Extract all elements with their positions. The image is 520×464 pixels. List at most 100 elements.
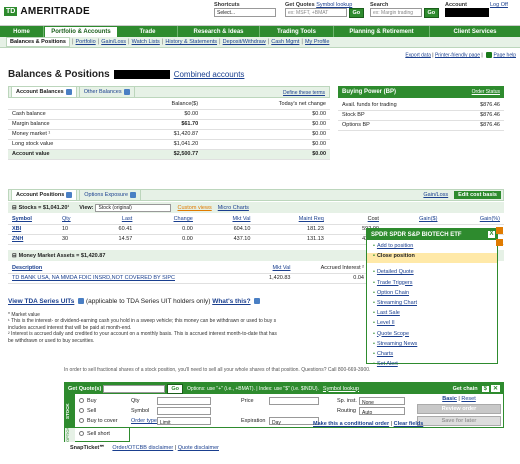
quote-input[interactable]: ex: MSFT, +BMAT — [285, 8, 347, 17]
refresh-icon[interactable] — [66, 192, 73, 198]
account-field: Account — [445, 2, 489, 19]
menu-item[interactable]: • Trade Triggers — [373, 280, 497, 290]
subnav-balances-positions[interactable]: Balances & Positions — [6, 37, 70, 47]
col-balance: Balance($) — [122, 99, 203, 110]
tab-option[interactable]: OPTION — [65, 427, 75, 442]
menu-item[interactable]: • Set Alert — [373, 361, 497, 371]
refresh-icon[interactable] — [130, 192, 136, 198]
subnav-deposit-withdraw[interactable]: Deposit/Withdraw — [223, 39, 266, 45]
menu-item[interactable]: • Add to position — [373, 243, 497, 253]
shortcuts-select[interactable]: Select... — [214, 8, 276, 17]
order-type-select[interactable]: Limit — [157, 416, 211, 426]
tab-account-positions[interactable]: Account Positions — [11, 189, 78, 200]
define-terms-link[interactable]: Define these terms — [283, 90, 325, 96]
expiration-select[interactable]: Day — [269, 416, 319, 426]
export-data-link[interactable]: Export data — [405, 52, 431, 58]
subnav-cash-mgmt[interactable]: Cash Mgmt — [271, 39, 299, 45]
close-icon[interactable]: ✕ — [490, 385, 500, 392]
symbol-link[interactable]: ZNH — [8, 234, 58, 245]
order-status-link[interactable]: Order Status — [472, 89, 500, 95]
tab-account-balances[interactable]: Account Balances — [11, 86, 77, 97]
menu-item[interactable]: • Last Sale — [373, 310, 497, 320]
get-quote-go-button[interactable]: Go — [167, 383, 183, 394]
symbol-lookup-link[interactable]: Symbol lookup — [323, 386, 359, 392]
trade-icon[interactable] — [496, 227, 503, 234]
collapse-icon[interactable]: ⊟ — [12, 253, 17, 259]
table-row: Cash balance $0.00 $0.00 — [8, 109, 330, 120]
micro-charts-link[interactable]: Micro Charts — [218, 205, 249, 211]
tda-uit-link[interactable]: View TDA Series UITs — [8, 298, 74, 305]
mm-name-link[interactable]: TD BANK USA, NA MMDA FDIC INSRD,NOT COVE… — [8, 273, 253, 284]
close-icon[interactable]: X — [488, 231, 495, 238]
conditional-order-link[interactable]: Make this a conditional order — [313, 421, 389, 427]
nav-trade[interactable]: Trade — [118, 26, 178, 37]
quote-disclaimer-link[interactable]: Quote disclaimer — [178, 445, 219, 451]
table-row: Options BP $876.46 — [338, 120, 504, 131]
redacted-account — [113, 69, 170, 79]
account-select[interactable] — [445, 8, 489, 17]
custom-views-link[interactable]: Custom views — [177, 205, 211, 211]
radio-sell-short[interactable]: OPTION Sell short — [64, 427, 130, 442]
whats-this-link[interactable]: What's this? — [212, 298, 250, 305]
collapse-icon[interactable]: ⊟ — [12, 205, 17, 211]
trade-icon[interactable] — [496, 239, 503, 246]
menu-item[interactable]: • Streaming Chart — [373, 300, 497, 310]
snap-ticket-footer: SnapTicket℠ Order/OTCBB disclaimer | Quo… — [70, 445, 219, 451]
menu-item[interactable]: • Close position — [367, 253, 497, 264]
tab-other-balances[interactable]: Other Balances — [78, 86, 135, 97]
get-quote-input[interactable] — [103, 384, 166, 393]
nav-planning-retirement[interactable]: Planning & Retirement — [334, 26, 430, 37]
combined-accounts-link[interactable]: Combined accounts — [174, 70, 245, 79]
menu-item[interactable]: • Level II — [373, 320, 497, 330]
subnav-gain-loss[interactable]: Gain/Loss — [101, 39, 126, 45]
refresh-icon[interactable] — [65, 89, 72, 95]
menu-item[interactable]: • Option Chain — [373, 290, 497, 300]
nav-trading-tools[interactable]: Trading Tools — [260, 26, 334, 37]
reset-link[interactable]: Reset — [461, 396, 475, 402]
printer-friendly-link[interactable]: Printer-friendly page — [435, 52, 480, 58]
nav-home[interactable]: Home — [0, 26, 44, 37]
nav-portfolio-accounts[interactable]: Portfolio & Accounts — [44, 26, 118, 37]
gain-loss-link[interactable]: Gain/Loss — [423, 192, 448, 198]
get-chain-button[interactable]: Get chain — [453, 386, 478, 392]
routing-select[interactable]: Auto — [359, 406, 405, 416]
menu-item[interactable]: • Quote Scope — [373, 331, 497, 341]
edit-cost-basis-button[interactable]: Edit cost basis — [454, 191, 501, 199]
search-go-button[interactable]: Go — [423, 8, 440, 18]
order-disclaimer-link[interactable]: Order/OTCBB disclaimer — [112, 445, 173, 451]
radio-buy[interactable]: Buy — [79, 396, 118, 406]
basic-link[interactable]: Basic — [442, 396, 457, 402]
search-input[interactable]: ex: Margin trading — [370, 8, 422, 17]
tab-stock[interactable]: STOCK — [65, 394, 75, 428]
menu-item[interactable]: • Charts — [373, 351, 497, 361]
brand-logo[interactable]: TD AMERITRADE — [4, 6, 90, 17]
menu-item[interactable]: • Detailed Quote — [373, 269, 497, 279]
nav-client-services[interactable]: Client Services — [430, 26, 520, 37]
view-select[interactable]: Stock (original) — [95, 203, 172, 212]
menu-item[interactable]: • Streaming News — [373, 341, 497, 351]
quote-go-button[interactable]: Go — [348, 8, 365, 18]
radio-sell[interactable]: Sell — [79, 406, 118, 416]
refresh-icon[interactable] — [123, 89, 130, 95]
price-input[interactable] — [269, 396, 319, 405]
qty-input[interactable] — [157, 396, 211, 405]
col-net-change: Today's net change — [202, 99, 330, 110]
subnav-watch-lists[interactable]: Watch Lists — [132, 39, 160, 45]
subnav-history-statements[interactable]: History & Statements — [165, 39, 217, 45]
review-order-button[interactable]: Review order — [417, 404, 501, 414]
logoff-link[interactable]: Log Off — [490, 2, 508, 8]
nav-research-ideas[interactable]: Research & Ideas — [178, 26, 260, 37]
page-help-link[interactable]: Page help — [493, 52, 516, 58]
radio-buy-to-cover[interactable]: Buy to cover — [79, 416, 118, 426]
special-instructions-select[interactable]: None — [359, 396, 405, 406]
order-type-link[interactable]: Order type — [131, 416, 157, 426]
tab-options-exposure[interactable]: Options Exposure — [79, 189, 141, 200]
snap-ticket: Get Quote(s) Go Options: use "+" (i.e., … — [64, 382, 504, 428]
subnav-my-profile[interactable]: My Profile — [305, 39, 329, 45]
clear-fields-link[interactable]: Clear fields — [394, 421, 424, 427]
symbol-input[interactable] — [157, 406, 211, 415]
subnav-portfolio[interactable]: Portfolio — [76, 39, 96, 45]
save-for-later-button[interactable]: Save for later — [417, 416, 501, 426]
mm-header-row: Description Mkt Val Accrued Interest ² — [8, 263, 368, 274]
symbol-link[interactable]: XBI — [8, 224, 58, 235]
